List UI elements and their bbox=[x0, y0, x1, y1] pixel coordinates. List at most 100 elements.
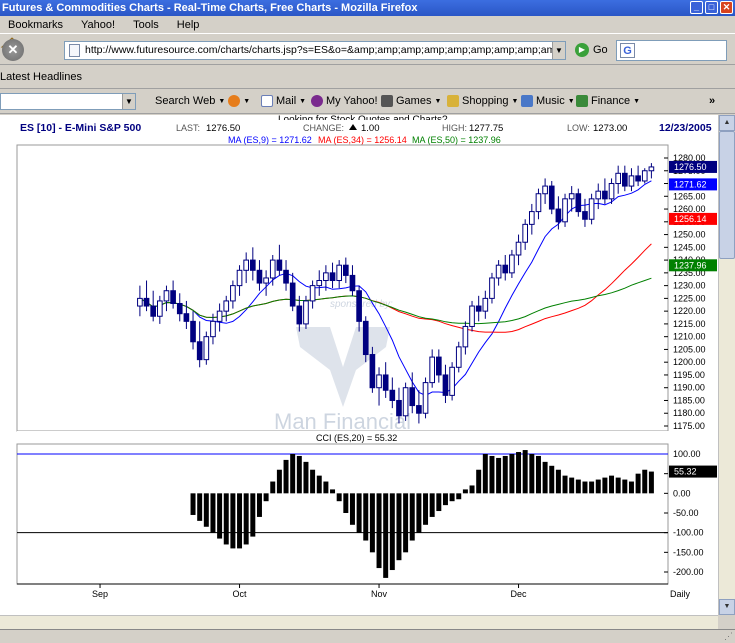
cci-bar bbox=[429, 493, 435, 517]
candle-body bbox=[535, 193, 542, 213]
search-web-button[interactable]: Search Web ▼ ▼ bbox=[155, 95, 250, 107]
candle-body bbox=[396, 399, 402, 417]
last-value-tag-label: 1271.62 bbox=[674, 179, 707, 189]
toolbar-overflow-button[interactable]: » bbox=[709, 95, 715, 107]
price-tick-label: 1200.00 bbox=[673, 357, 706, 367]
candle-body bbox=[455, 346, 462, 368]
menu-yahoo[interactable]: Yahoo! bbox=[79, 16, 117, 33]
scroll-thumb[interactable] bbox=[719, 131, 735, 259]
cci-bar bbox=[489, 455, 495, 494]
menu-tools[interactable]: Tools bbox=[131, 16, 161, 33]
cci-bar bbox=[323, 481, 329, 494]
x-tick-label: Dec bbox=[511, 589, 528, 599]
horizontal-scrollbar[interactable] bbox=[0, 615, 718, 629]
cci-bar bbox=[250, 493, 256, 537]
x-tick-label: Nov bbox=[371, 589, 388, 599]
stop-button[interactable]: ✕ bbox=[2, 39, 24, 61]
cci-bar bbox=[595, 479, 601, 494]
bookmark-latest-headlines[interactable]: Latest Headlines bbox=[0, 71, 82, 83]
cci-bar bbox=[615, 477, 621, 494]
chevron-down-icon: ▼ bbox=[511, 97, 519, 105]
candle-body bbox=[216, 310, 223, 322]
candle-body bbox=[170, 290, 176, 304]
maximize-button[interactable]: □ bbox=[705, 1, 718, 14]
last-value: 1276.50 bbox=[206, 123, 240, 134]
cci-bar bbox=[549, 465, 555, 494]
cci-bar bbox=[635, 473, 641, 494]
games-label: Games bbox=[396, 95, 432, 107]
shopping-label: Shopping bbox=[462, 95, 509, 107]
cci-bar bbox=[436, 493, 442, 512]
cci-tick-label: 100.00 bbox=[673, 449, 701, 459]
minimize-button[interactable]: _ bbox=[690, 1, 703, 14]
music-button[interactable]: Music ▼ bbox=[521, 95, 575, 107]
last-label: LAST: bbox=[176, 123, 200, 133]
go-arrow-icon: ▶ bbox=[575, 43, 589, 57]
candle-body bbox=[356, 290, 362, 322]
cci-bar bbox=[396, 493, 402, 561]
chevron-up-icon: ▲ bbox=[723, 119, 731, 126]
candle-body bbox=[309, 285, 316, 302]
candle-body bbox=[648, 166, 655, 172]
ma50-legend: MA (ES,50) = 1237.96 bbox=[412, 135, 501, 145]
cci-bar bbox=[203, 493, 209, 527]
cci-bar bbox=[476, 469, 482, 494]
scroll-down-button[interactable]: ▼ bbox=[719, 599, 735, 615]
games-button[interactable]: Games ▼ bbox=[381, 95, 441, 107]
vertical-scrollbar[interactable]: ▲ ▼ bbox=[718, 115, 735, 615]
candle-body bbox=[409, 387, 416, 407]
go-button[interactable]: ▶ Go bbox=[575, 43, 608, 57]
candle-body bbox=[429, 356, 436, 384]
price-tick-label: 1195.00 bbox=[673, 370, 705, 380]
cci-bar bbox=[509, 454, 515, 494]
finance-button[interactable]: Finance ▼ bbox=[576, 95, 640, 107]
url-dropdown-button[interactable]: ▼ bbox=[552, 42, 565, 59]
candle-body bbox=[376, 374, 382, 389]
scroll-up-button[interactable]: ▲ bbox=[719, 115, 735, 131]
price-tick-label: 1215.00 bbox=[673, 319, 706, 329]
cci-bar bbox=[482, 454, 488, 494]
last-value-tag-label: 1276.50 bbox=[674, 162, 707, 172]
candle-body bbox=[555, 208, 562, 223]
close-button[interactable]: ✕ bbox=[720, 1, 733, 14]
search-input[interactable]: G bbox=[616, 40, 727, 61]
candle-body bbox=[236, 269, 243, 287]
candle-body bbox=[422, 382, 429, 414]
candle-body bbox=[449, 366, 455, 396]
candle-body bbox=[495, 264, 502, 279]
cci-bar bbox=[217, 493, 223, 539]
candle-body bbox=[196, 341, 203, 361]
cci-bar bbox=[502, 455, 508, 494]
ma9-legend: MA (ES,9) = 1271.62 bbox=[228, 135, 312, 145]
chevron-down-icon[interactable]: ▼ bbox=[122, 94, 135, 109]
cci-bar bbox=[303, 461, 309, 494]
cci-bar bbox=[423, 493, 429, 525]
my-yahoo-icon bbox=[311, 95, 323, 107]
yahoo-search-input[interactable]: ▼ bbox=[0, 93, 136, 110]
navigation-toolbar: ✕ http://www.futuresource.com/charts/cha… bbox=[0, 35, 735, 65]
my-yahoo-button[interactable]: My Yahoo! bbox=[311, 95, 378, 107]
url-input[interactable]: http://www.futuresource.com/charts/chart… bbox=[64, 41, 566, 60]
price-tick-label: 1225.00 bbox=[673, 293, 706, 303]
cci-bar bbox=[575, 479, 581, 494]
candle-body bbox=[635, 175, 641, 182]
mail-button[interactable]: Mail ▼ bbox=[261, 95, 306, 107]
candle-body bbox=[210, 320, 216, 338]
finance-icon bbox=[576, 95, 588, 107]
shopping-button[interactable]: Shopping ▼ bbox=[447, 95, 518, 107]
candle-body bbox=[621, 172, 628, 187]
chevron-down-icon: ▼ bbox=[243, 97, 251, 105]
change-value: 1.00 bbox=[361, 123, 380, 134]
price-tick-label: 1175.00 bbox=[673, 421, 705, 431]
price-tick-label: 1250.00 bbox=[673, 230, 706, 240]
go-label: Go bbox=[593, 44, 608, 56]
yahoo-compass-icon bbox=[228, 95, 241, 107]
candle-body bbox=[542, 185, 548, 195]
x-tick-label: Daily bbox=[670, 589, 691, 599]
cci-bar bbox=[449, 493, 455, 502]
menu-help[interactable]: Help bbox=[175, 16, 202, 33]
menu-bookmarks[interactable]: Bookmarks bbox=[6, 16, 65, 33]
cci-bar bbox=[256, 493, 262, 517]
cci-bar bbox=[609, 475, 615, 494]
candle-body bbox=[515, 241, 522, 256]
